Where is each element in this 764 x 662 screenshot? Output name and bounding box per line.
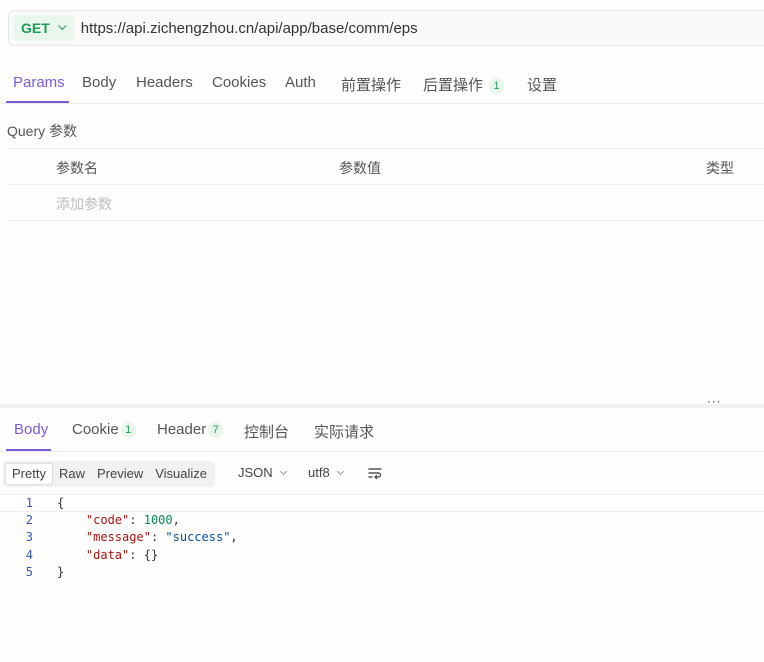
code-line: 3 "message": "success", xyxy=(0,529,764,547)
tab-console[interactable]: 控制台 xyxy=(244,421,289,442)
url-bar[interactable]: GET https://api.zichengzhou.cn/api/app/b… xyxy=(8,10,764,46)
params-table-header: 参数名 参数值 类型 xyxy=(7,148,764,185)
code-text: } xyxy=(57,565,65,579)
col-param-value: 参数值 xyxy=(339,160,381,176)
chevron-down-icon xyxy=(57,21,67,31)
tab-params[interactable]: Params xyxy=(13,74,65,91)
header-count-badge: 7 xyxy=(208,422,224,438)
tab-response-header-label: Header xyxy=(157,421,207,438)
code-text: "message": "success", xyxy=(85,530,238,544)
tab-response-cookie-label: Cookie xyxy=(72,421,119,438)
encoding-value: utf8 xyxy=(308,465,330,480)
code-text: "code": 1000, xyxy=(85,512,180,527)
json-object: {} xyxy=(143,547,159,562)
code-line: 4 "data": {} xyxy=(0,547,764,565)
code-text: "data": {} xyxy=(85,547,159,562)
tab-post-operations[interactable]: 后置操作 1 xyxy=(423,74,505,95)
tab-headers[interactable]: Headers xyxy=(136,74,193,91)
mode-pretty[interactable]: Pretty xyxy=(5,463,53,485)
mode-raw[interactable]: Raw xyxy=(53,463,91,485)
tab-pre-operations[interactable]: 前置操作 xyxy=(341,74,401,95)
tab-cookies[interactable]: Cookies xyxy=(212,74,266,91)
code-line: 1 { xyxy=(0,494,764,512)
tab-actual-request[interactable]: 实际请求 xyxy=(314,421,374,442)
format-select[interactable]: JSON xyxy=(238,465,287,480)
tab-body[interactable]: Body xyxy=(82,74,116,91)
line-number: 5 xyxy=(25,565,33,579)
line-number: 1 xyxy=(25,496,33,510)
line-number: 4 xyxy=(25,547,33,562)
tab-response-header[interactable]: Header 7 xyxy=(157,421,224,438)
post-operations-count-badge: 1 xyxy=(489,78,505,94)
method-select[interactable]: GET xyxy=(14,15,74,41)
view-mode-segmented-control: Pretty Raw Preview Visualize xyxy=(3,461,216,487)
tab-settings[interactable]: 设置 xyxy=(527,74,557,95)
code-line: 5 } xyxy=(0,564,764,582)
tab-auth[interactable]: Auth xyxy=(285,74,316,91)
mode-preview[interactable]: Preview xyxy=(91,463,149,485)
method-label: GET xyxy=(21,20,50,36)
word-wrap-icon[interactable] xyxy=(368,466,382,480)
tab-post-operations-label: 后置操作 xyxy=(423,77,484,94)
code-line: 2 "code": 1000, xyxy=(0,512,764,530)
tab-response-body[interactable]: Body xyxy=(14,421,48,438)
chevron-down-icon xyxy=(336,467,344,476)
col-param-name: 参数名 xyxy=(56,160,98,176)
cookie-count-badge: 1 xyxy=(120,422,136,438)
mode-visualize[interactable]: Visualize xyxy=(149,463,213,485)
more-icon[interactable]: ··· xyxy=(707,395,721,409)
response-code-viewer[interactable]: 1 { 2 "code": 1000, 3 "message": "succes… xyxy=(0,494,764,582)
add-param-placeholder[interactable]: 添加参数 xyxy=(56,194,112,214)
json-number: 1000 xyxy=(143,512,173,527)
json-key: "data" xyxy=(85,547,130,562)
json-string: "success" xyxy=(165,530,231,544)
json-key: "message" xyxy=(85,530,151,544)
col-param-type: 类型 xyxy=(706,160,734,176)
active-response-tab-indicator xyxy=(6,449,51,451)
request-tabs: Params Body Headers Cookies Auth 前置操作 后置… xyxy=(0,62,764,104)
response-tabs: Body Cookie 1 Header 7 控制台 实际请求 xyxy=(0,410,764,452)
chevron-down-icon xyxy=(279,467,287,476)
url-input[interactable]: https://api.zichengzhou.cn/api/app/base/… xyxy=(81,20,418,37)
active-tab-indicator xyxy=(6,101,69,103)
encoding-select[interactable]: utf8 xyxy=(308,465,344,480)
query-params-label: Query 参数 xyxy=(7,123,78,139)
line-number: 2 xyxy=(25,512,33,527)
panel-splitter[interactable] xyxy=(0,404,764,408)
format-value: JSON xyxy=(238,465,273,480)
code-text: { xyxy=(57,496,65,510)
tab-response-cookie[interactable]: Cookie 1 xyxy=(72,421,136,438)
line-number: 3 xyxy=(25,530,33,544)
json-key: "code" xyxy=(85,512,130,527)
add-param-row[interactable]: 添加参数 xyxy=(7,185,764,221)
